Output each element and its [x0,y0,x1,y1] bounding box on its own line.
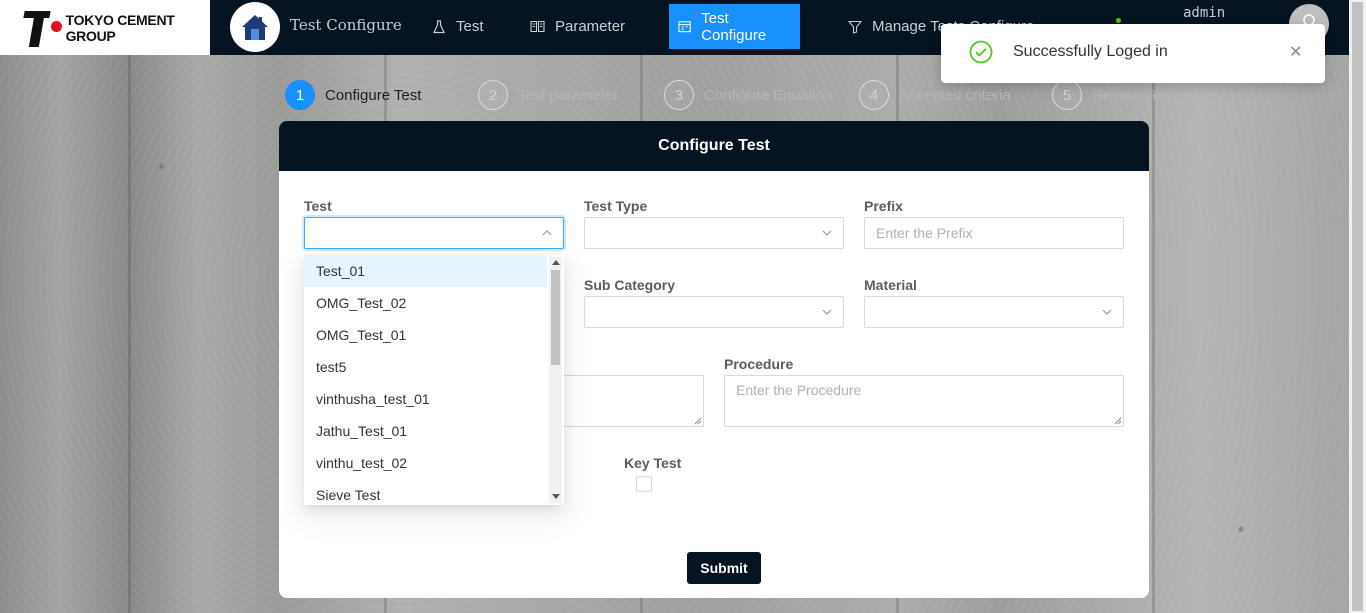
test-dropdown-menu: Test_01 OMG_Test_02 OMG_Test_01 test5 vi… [304,255,564,505]
prefix-input[interactable]: Enter the Prefix [864,217,1124,249]
dropdown-option[interactable]: vinthu_test_02 [304,447,547,479]
success-check-icon [969,40,993,64]
resize-grip-icon [694,417,702,425]
login-success-toast: Successfully Loged in ✕ [941,24,1325,83]
key-test-label: Key Test [624,455,682,471]
home-icon [242,15,268,40]
nav-parameter-label: Parameter [555,18,626,35]
step-2-label: Test parameter [518,86,619,104]
step-2-number: 2 [478,80,508,110]
step-3-label: Configure Equation [704,86,833,104]
procedure-placeholder: Enter the Procedure [736,382,862,398]
logo-mark-icon [23,9,62,47]
chevron-down-icon [822,309,832,315]
page-scrollbar[interactable] [1349,0,1366,613]
chevron-up-icon [542,230,552,236]
test-type-label: Test Type [584,198,648,214]
app-title: Test Configure [290,16,402,34]
page-scroll-thumb[interactable] [1352,2,1363,611]
step-3[interactable]: 3 Configure Equation [664,80,832,110]
test-type-select[interactable] [584,217,844,249]
step-5-number: 5 [1052,80,1082,110]
dropdown-option[interactable]: OMG_Test_02 [304,287,547,319]
dropdown-scrollbar[interactable] [549,257,562,503]
procedure-label: Procedure [724,356,794,372]
scroll-up-arrow-icon[interactable] [552,260,560,265]
step-5-label: Review Test [1092,86,1173,104]
home-button[interactable] [230,2,280,52]
toast-message: Successfully Loged in [1013,43,1168,60]
dropdown-option[interactable]: vinthusha_test_01 [304,383,547,415]
user-name[interactable]: admin [1183,5,1225,21]
close-icon[interactable]: ✕ [1289,42,1302,62]
calendar-icon [678,21,691,33]
funnel-icon [848,20,862,34]
online-status-dot [1116,18,1121,23]
book-icon [530,20,545,33]
company-logo[interactable]: TOKYO CEMENT GROUP [0,0,210,55]
logo-text: TOKYO CEMENT GROUP [65,11,175,44]
step-5[interactable]: 5 Review Test [1052,80,1173,110]
test-label: Test [304,198,332,214]
sub-category-select[interactable] [584,296,844,328]
scroll-down-arrow-icon[interactable] [552,494,560,499]
flask-icon [433,19,445,33]
step-4[interactable]: 4 Accepted criteria [859,80,1011,110]
material-label: Material [864,277,917,293]
step-2[interactable]: 2 Test parameter [478,80,618,110]
dropdown-option[interactable]: Sieve Test [304,479,547,505]
dropdown-option[interactable]: Test_01 [304,255,547,287]
step-4-number: 4 [859,80,889,110]
nav-test[interactable]: Test [424,4,492,49]
material-select[interactable] [864,296,1124,328]
chevron-down-icon [822,230,832,236]
submit-button[interactable]: Submit [687,552,761,584]
resize-grip-icon [1114,417,1122,425]
card-title: Configure Test [279,121,1149,171]
step-1[interactable]: 1 Configure Test [285,80,421,110]
nav-test-label: Test [456,18,484,35]
step-1-label: Configure Test [325,86,422,104]
nav-test-configure[interactable]: Test Configure [669,4,800,49]
key-test-checkbox[interactable] [636,476,652,492]
dropdown-scroll-thumb[interactable] [551,270,560,365]
dropdown-option[interactable]: test5 [304,351,547,383]
chevron-down-icon [1102,309,1112,315]
prefix-label: Prefix [864,198,903,214]
step-1-number: 1 [285,80,315,110]
sub-category-label: Sub Category [584,277,676,293]
procedure-textarea[interactable]: Enter the Procedure [724,375,1124,427]
step-4-label: Accepted criteria [899,86,1011,104]
nav-parameter[interactable]: Parameter [522,4,633,49]
dropdown-option[interactable]: OMG_Test_01 [304,319,547,351]
step-3-number: 3 [664,80,694,110]
nav-test-configure-label: Test Configure [701,9,767,44]
dropdown-option[interactable]: Jathu_Test_01 [304,415,547,447]
test-select[interactable] [304,217,564,249]
